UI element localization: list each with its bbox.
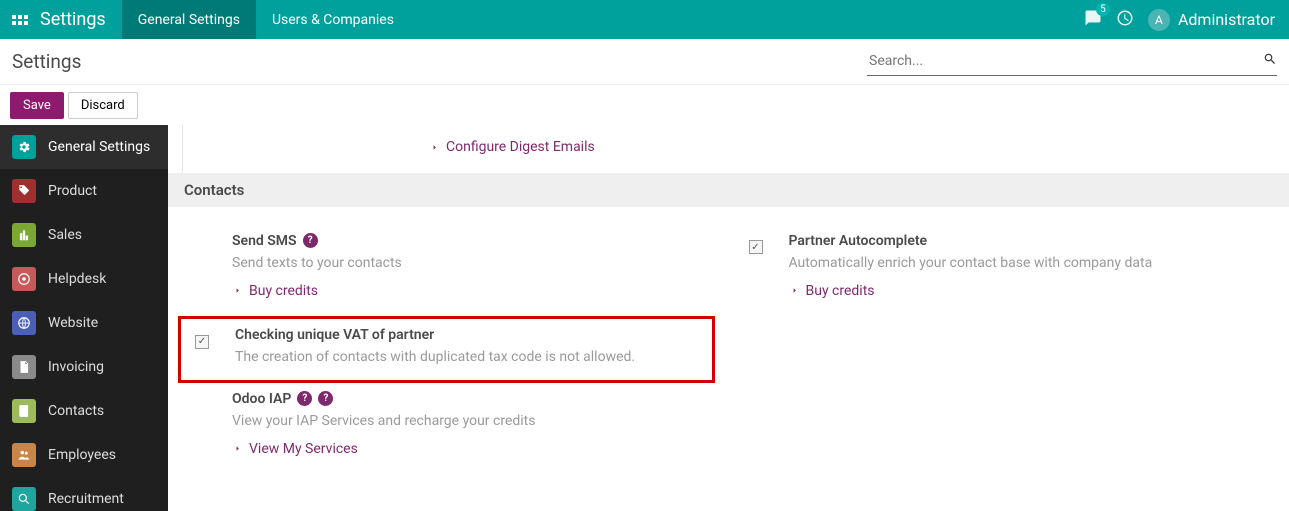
setting-partner-autocomplete: Partner Autocomplete Automatically enric… <box>749 225 1266 317</box>
sidebar-item-label: Product <box>48 183 97 199</box>
search-input[interactable] <box>867 47 1263 75</box>
user-name: Administrator <box>1178 10 1275 29</box>
arrow-right-icon <box>429 142 440 153</box>
apps-menu-button[interactable] <box>0 15 40 25</box>
search-wrap <box>867 47 1277 76</box>
sidebar-item-invoicing[interactable]: Invoicing <box>0 345 168 389</box>
action-bar: Save Discard <box>0 85 1289 125</box>
page-title: Settings <box>12 50 81 73</box>
setting-title-text: Odoo IAP <box>232 391 291 407</box>
people-icon <box>12 443 36 467</box>
nav-menu: General Settings Users & Companies <box>122 0 410 39</box>
sidebar-item-website[interactable]: Website <box>0 301 168 345</box>
top-navbar: Settings General Settings Users & Compan… <box>0 0 1289 39</box>
messages-button[interactable]: 5 <box>1084 9 1102 31</box>
buy-credits-autocomplete-link[interactable]: Buy credits <box>789 283 875 299</box>
search-person-icon <box>12 487 36 511</box>
app-title: Settings <box>40 9 122 30</box>
buy-credits-sms-link[interactable]: Buy credits <box>232 283 318 299</box>
apps-grid-icon <box>12 15 28 25</box>
sidebar-item-label: General Settings <box>48 139 150 155</box>
globe-icon <box>12 311 36 335</box>
setting-unique-vat: Checking unique VAT of partner The creat… <box>178 316 715 382</box>
setting-odoo-iap: Odoo IAP ? ? View your IAP Services and … <box>192 383 709 475</box>
settings-grid: Send SMS ? Send texts to your contacts B… <box>168 225 1289 475</box>
lifebuoy-icon <box>12 267 36 291</box>
setting-title-text: Send SMS <box>232 233 297 249</box>
sidebar-item-product[interactable]: Product <box>0 169 168 213</box>
search-button[interactable] <box>1263 52 1277 70</box>
nav-menu-general-settings[interactable]: General Settings <box>122 0 256 39</box>
gear-icon <box>12 135 36 159</box>
setting-desc: Send texts to your contacts <box>232 253 709 273</box>
sidebar-item-label: Invoicing <box>48 359 104 375</box>
avatar: A <box>1148 9 1170 31</box>
arrow-right-icon <box>232 285 243 296</box>
sidebar-item-label: Recruitment <box>48 491 124 507</box>
help-icon[interactable]: ? <box>318 391 333 406</box>
setting-title-text: Partner Autocomplete <box>789 233 928 249</box>
search-icon <box>1263 52 1277 66</box>
help-icon[interactable]: ? <box>303 233 318 248</box>
book-icon <box>12 399 36 423</box>
checkbox-partner-autocomplete[interactable] <box>749 240 763 254</box>
chart-icon <box>12 223 36 247</box>
settings-sidebar: General Settings Product Sales Helpdesk … <box>0 125 168 511</box>
body: General Settings Product Sales Helpdesk … <box>0 125 1289 511</box>
view-my-services-link[interactable]: View My Services <box>232 441 358 457</box>
sidebar-item-contacts[interactable]: Contacts <box>0 389 168 433</box>
setting-send-sms: Send SMS ? Send texts to your contacts B… <box>192 225 709 317</box>
settings-content[interactable]: Configure Digest Emails Contacts Send SM… <box>168 125 1289 511</box>
tag-icon <box>12 179 36 203</box>
nav-right: 5 A Administrator <box>1084 9 1289 31</box>
sidebar-item-recruitment[interactable]: Recruitment <box>0 477 168 511</box>
discard-button[interactable]: Discard <box>68 92 138 119</box>
document-icon <box>12 355 36 379</box>
messages-badge: 5 <box>1096 3 1110 16</box>
sidebar-item-label: Helpdesk <box>48 271 106 287</box>
sidebar-item-helpdesk[interactable]: Helpdesk <box>0 257 168 301</box>
help-icon[interactable]: ? <box>297 391 312 406</box>
page-header: Settings <box>0 39 1289 85</box>
arrow-right-icon <box>789 285 800 296</box>
setting-desc: View your IAP Services and recharge your… <box>232 411 709 431</box>
setting-title-text: Checking unique VAT of partner <box>235 327 434 343</box>
setting-desc: Automatically enrich your contact base w… <box>789 253 1266 273</box>
nav-menu-users-companies[interactable]: Users & Companies <box>256 0 410 39</box>
sidebar-item-label: Sales <box>48 227 82 243</box>
activity-button[interactable] <box>1116 9 1134 31</box>
save-button[interactable]: Save <box>10 92 64 119</box>
sidebar-item-sales[interactable]: Sales <box>0 213 168 257</box>
clock-icon <box>1116 9 1134 27</box>
checkbox-unique-vat[interactable] <box>195 335 209 349</box>
setting-desc: The creation of contacts with duplicated… <box>235 347 702 367</box>
user-menu[interactable]: A Administrator <box>1148 9 1275 31</box>
sidebar-item-employees[interactable]: Employees <box>0 433 168 477</box>
sidebar-item-label: Employees <box>48 447 116 463</box>
arrow-right-icon <box>232 443 243 454</box>
sidebar-item-label: Website <box>48 315 98 331</box>
sidebar-item-general-settings[interactable]: General Settings <box>0 125 168 169</box>
section-contacts: Contacts <box>168 173 1289 207</box>
sidebar-item-label: Contacts <box>48 403 104 419</box>
configure-digest-emails-link[interactable]: Configure Digest Emails <box>429 139 595 155</box>
